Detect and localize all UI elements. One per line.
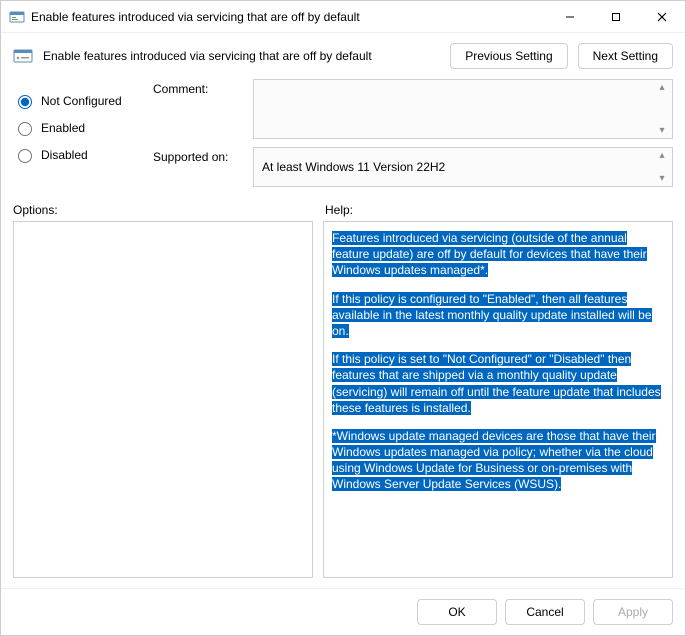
radio-not-configured[interactable]: Not Configured [13, 87, 153, 114]
header: Enable features introduced via servicing… [1, 33, 685, 79]
supported-field: At least Windows 11 Version 22H2 ▴ ▾ [253, 147, 673, 187]
radio-enabled-input[interactable] [18, 122, 32, 136]
scroll-down-icon[interactable]: ▾ [654, 173, 670, 184]
radio-disabled[interactable]: Disabled [13, 141, 153, 168]
comment-field[interactable]: ▴ ▾ [253, 79, 673, 139]
previous-setting-button[interactable]: Previous Setting [450, 43, 567, 69]
close-button[interactable] [639, 1, 685, 33]
help-text-p2: If this policy is configured to "Enabled… [332, 292, 652, 338]
config-area: Not Configured Enabled Disabled Comment:… [1, 79, 685, 195]
window-controls [547, 1, 685, 32]
policy-icon [13, 46, 33, 66]
radio-disabled-label: Disabled [41, 148, 88, 162]
footer: OK Cancel Apply [1, 588, 685, 635]
window-title: Enable features introduced via servicing… [31, 10, 547, 24]
radio-enabled[interactable]: Enabled [13, 114, 153, 141]
state-radios: Not Configured Enabled Disabled [13, 79, 153, 195]
apply-button[interactable]: Apply [593, 599, 673, 625]
titlebar: Enable features introduced via servicing… [1, 1, 685, 33]
ok-button[interactable]: OK [417, 599, 497, 625]
form-column: Comment: ▴ ▾ Supported on: At least Wind… [153, 79, 673, 195]
cancel-button[interactable]: Cancel [505, 599, 585, 625]
maximize-button[interactable] [593, 1, 639, 33]
window: Enable features introduced via servicing… [0, 0, 686, 636]
radio-disabled-input[interactable] [18, 149, 32, 163]
comment-scroll: ▴ ▾ [654, 82, 670, 136]
radio-not-configured-label: Not Configured [41, 94, 122, 108]
supported-row: Supported on: At least Windows 11 Versio… [153, 147, 673, 187]
radio-enabled-label: Enabled [41, 121, 85, 135]
scroll-up-icon[interactable]: ▴ [654, 150, 670, 161]
options-pane[interactable] [13, 221, 313, 578]
scroll-down-icon[interactable]: ▾ [654, 125, 670, 136]
panes: Features introduced via servicing (outsi… [1, 221, 685, 588]
help-pane[interactable]: Features introduced via servicing (outsi… [323, 221, 673, 578]
app-icon [9, 9, 25, 25]
comment-row: Comment: ▴ ▾ [153, 79, 673, 139]
next-setting-button[interactable]: Next Setting [578, 43, 673, 69]
section-labels: Options: Help: [1, 195, 685, 221]
supported-label: Supported on: [153, 147, 243, 164]
help-text-p3: If this policy is set to "Not Configured… [332, 352, 661, 415]
minimize-button[interactable] [547, 1, 593, 33]
help-label: Help: [325, 203, 353, 217]
help-text-p1: Features introduced via servicing (outsi… [332, 231, 647, 277]
policy-title: Enable features introduced via servicing… [43, 49, 440, 63]
help-text-p4: *Windows update managed devices are thos… [332, 429, 656, 492]
supported-scroll: ▴ ▾ [654, 150, 670, 184]
radio-not-configured-input[interactable] [18, 95, 32, 109]
options-label: Options: [13, 203, 313, 217]
scroll-up-icon[interactable]: ▴ [654, 82, 670, 93]
comment-label: Comment: [153, 79, 243, 96]
supported-value: At least Windows 11 Version 22H2 [262, 160, 445, 174]
